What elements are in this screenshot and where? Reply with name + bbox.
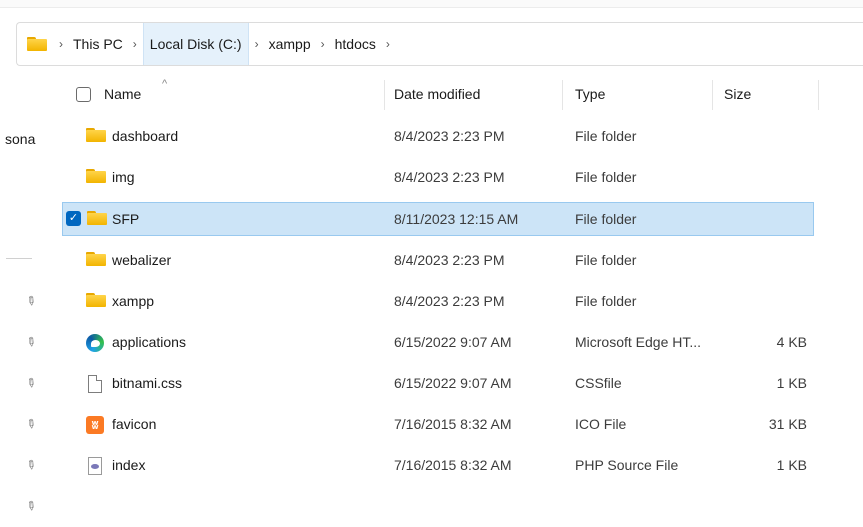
column-divider[interactable] xyxy=(384,80,385,110)
breadcrumb-local-disk[interactable]: Local Disk (C:) xyxy=(142,23,249,65)
address-bar[interactable]: › This PC › Local Disk (C:) › xampp › ht… xyxy=(16,22,863,66)
chevron-right-icon[interactable]: › xyxy=(127,37,143,51)
column-header-size[interactable]: Size xyxy=(724,86,751,102)
chevron-right-icon[interactable]: › xyxy=(53,37,69,51)
file-row-xampp[interactable]: xampp 8/4/2023 2:23 PM File folder xyxy=(62,285,814,319)
breadcrumb-this-pc[interactable]: This PC xyxy=(69,23,127,65)
folder-icon xyxy=(86,293,106,311)
file-name: index xyxy=(112,457,146,473)
nav-divider xyxy=(6,258,32,259)
file-type: Microsoft Edge HT... xyxy=(575,334,702,350)
file-date: 6/15/2022 9:07 AM xyxy=(394,375,512,391)
chevron-right-icon[interactable]: › xyxy=(380,37,396,51)
window-top-edge xyxy=(0,0,863,8)
file-row-applications[interactable]: applications 6/15/2022 9:07 AM Microsoft… xyxy=(62,326,814,360)
file-name: applications xyxy=(112,334,186,350)
folder-icon xyxy=(27,37,47,51)
file-date: 8/11/2023 12:15 AM xyxy=(394,211,519,227)
file-size: 1 KB xyxy=(776,457,807,473)
file-name: SFP xyxy=(112,211,140,227)
file-type: File folder xyxy=(575,169,637,185)
file-date: 7/16/2015 8:32 AM xyxy=(394,416,512,432)
file-type: ICO File xyxy=(575,416,627,432)
folder-icon xyxy=(86,252,106,270)
file-type: File folder xyxy=(575,252,637,268)
column-divider[interactable] xyxy=(562,80,563,110)
nav-item-partial-label[interactable]: sona xyxy=(5,131,35,147)
file-row-bitnami-css[interactable]: bitnami.css 6/15/2022 9:07 AM CSSfile 1 … xyxy=(62,367,814,401)
column-divider[interactable] xyxy=(712,80,713,110)
xampp-icon: ʬ xyxy=(86,416,106,434)
file-date: 6/15/2022 9:07 AM xyxy=(394,334,512,350)
file-size: 1 KB xyxy=(776,375,807,391)
file-name: favicon xyxy=(112,416,157,432)
file-date: 7/16/2015 8:32 AM xyxy=(394,457,512,473)
folder-icon xyxy=(87,211,107,229)
file-size: 4 KB xyxy=(776,334,807,350)
select-all-checkbox[interactable] xyxy=(76,87,91,102)
breadcrumb-htdocs[interactable]: htdocs xyxy=(331,23,380,65)
folder-icon xyxy=(86,169,106,187)
sort-ascending-icon: ^ xyxy=(162,78,168,90)
file-row-favicon[interactable]: ʬ favicon 7/16/2015 8:32 AM ICO File 31 … xyxy=(62,408,814,442)
file-date: 8/4/2023 2:23 PM xyxy=(394,169,505,185)
file-type: File folder xyxy=(575,293,637,309)
file-date: 8/4/2023 2:23 PM xyxy=(394,252,505,268)
file-row-webalizer[interactable]: webalizer 8/4/2023 2:23 PM File folder xyxy=(62,244,814,278)
folder-icon xyxy=(86,128,106,146)
file-type: PHP Source File xyxy=(575,457,679,473)
column-divider[interactable] xyxy=(818,80,819,110)
chevron-right-icon[interactable]: › xyxy=(315,37,331,51)
file-name: xampp xyxy=(112,293,155,309)
breadcrumb-xampp[interactable]: xampp xyxy=(265,23,315,65)
column-header-name[interactable]: Name xyxy=(104,86,141,102)
file-type: File folder xyxy=(575,128,637,144)
file-type: CSSfile xyxy=(575,375,622,391)
file-name: bitnami.css xyxy=(112,375,183,391)
file-type: File folder xyxy=(575,211,637,227)
file-name: webalizer xyxy=(112,252,172,268)
file-name: dashboard xyxy=(112,128,179,144)
file-row-dashboard[interactable]: dashboard 8/4/2023 2:23 PM File folder xyxy=(62,120,814,154)
file-date: 8/4/2023 2:23 PM xyxy=(394,128,505,144)
file-row-sfp[interactable]: ✓ SFP 8/11/2023 12:15 AM File folder xyxy=(62,202,814,236)
row-checkbox-checked[interactable]: ✓ xyxy=(66,211,81,226)
document-icon xyxy=(86,375,106,393)
edge-icon xyxy=(86,334,106,352)
column-header-type[interactable]: Type xyxy=(575,86,605,102)
chevron-right-icon[interactable]: › xyxy=(249,37,265,51)
php-file-icon xyxy=(86,457,106,475)
file-size: 31 KB xyxy=(768,416,807,432)
column-header-date-modified[interactable]: Date modified xyxy=(394,86,480,102)
file-date: 8/4/2023 2:23 PM xyxy=(394,293,505,309)
file-row-img[interactable]: img 8/4/2023 2:23 PM File folder xyxy=(62,161,814,195)
file-row-index[interactable]: index 7/16/2015 8:32 AM PHP Source File … xyxy=(62,449,814,483)
file-name: img xyxy=(112,169,135,185)
